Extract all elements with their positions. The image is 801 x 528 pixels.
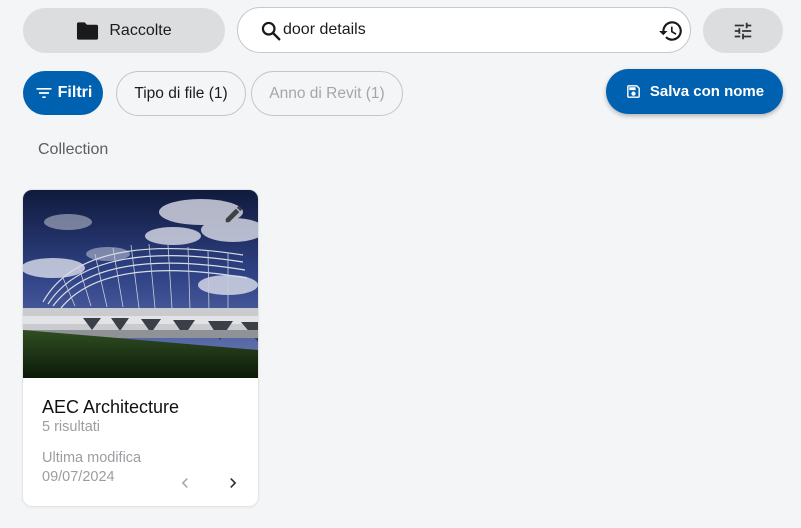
collection-card[interactable]: AEC Architecture 5 risultati Ultima modi… xyxy=(23,190,258,506)
search-icon xyxy=(261,21,281,41)
chevron-left-icon[interactable] xyxy=(175,473,195,493)
file-type-chip[interactable]: Tipo di file (1) xyxy=(116,71,246,116)
filters-label: Filtri xyxy=(57,84,93,101)
tune-icon xyxy=(734,22,752,39)
filter-icon xyxy=(36,88,52,98)
card-result-count: 5 risultati xyxy=(42,419,101,435)
section-title: Collection xyxy=(38,141,109,158)
filters-button[interactable]: Filtri xyxy=(23,71,103,115)
card-modified-date: 09/07/2024 xyxy=(42,469,115,485)
collections-button[interactable]: Raccolte xyxy=(23,8,225,53)
save-as-label: Salva con nome xyxy=(649,83,765,100)
history-icon[interactable] xyxy=(658,18,684,44)
search-input[interactable] xyxy=(283,16,643,44)
revit-year-chip[interactable]: Anno di Revit (1) xyxy=(251,71,403,116)
pencil-icon[interactable] xyxy=(223,203,245,225)
collections-label: Raccolte xyxy=(109,21,172,39)
revit-year-chip-label: Anno di Revit (1) xyxy=(269,84,385,102)
chevron-right-icon[interactable] xyxy=(223,473,243,493)
save-as-button[interactable]: Salva con nome xyxy=(606,69,783,114)
search-bar xyxy=(237,7,691,53)
folder-icon xyxy=(77,21,99,40)
card-title: AEC Architecture xyxy=(42,397,180,417)
file-type-chip-label: Tipo di file (1) xyxy=(134,84,228,102)
card-modified-label: Ultima modifica xyxy=(42,450,142,466)
settings-button[interactable] xyxy=(703,8,783,53)
save-icon xyxy=(627,85,640,98)
